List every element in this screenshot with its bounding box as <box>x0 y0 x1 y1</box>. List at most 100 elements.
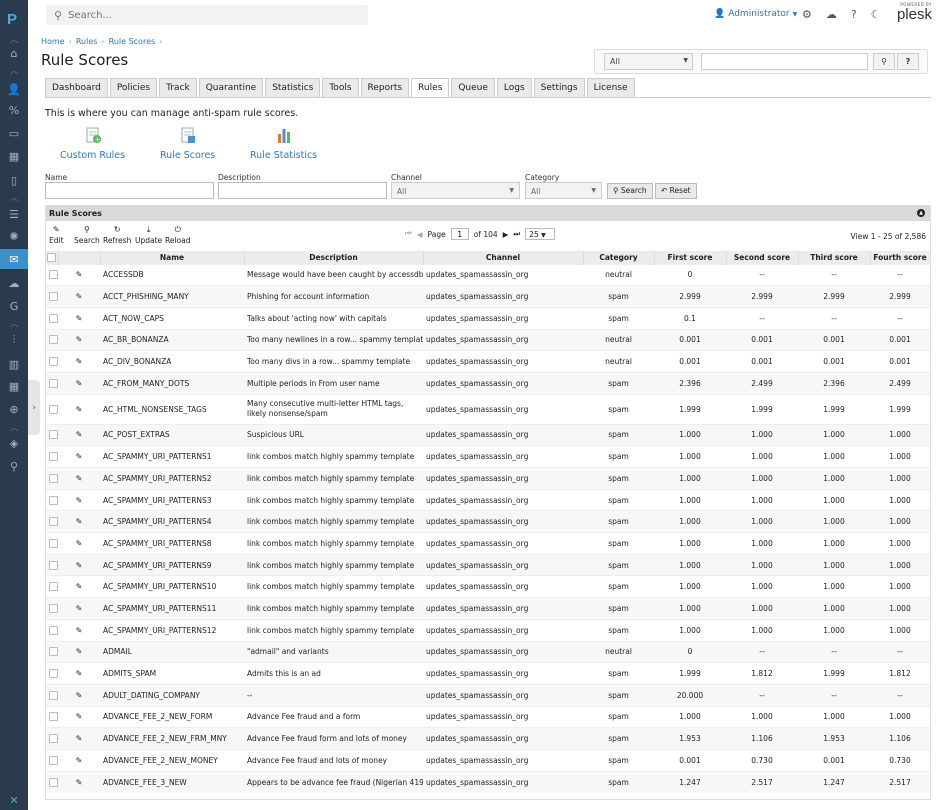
table-row[interactable]: ✎ ADVANCE_FEE_2_NEW_FORM Advance Fee fraud… <box>46 705 930 728</box>
breadcrumb-rule-scores[interactable]: Rule Scores <box>109 37 156 46</box>
col-first-score[interactable]: First score <box>654 251 727 264</box>
page-size-select[interactable]: 25 ▼ <box>525 228 556 240</box>
row-checkbox[interactable] <box>49 734 58 744</box>
row-edit-icon[interactable]: ✎ <box>58 510 100 533</box>
rule-statistics-shortcut[interactable]: Rule Statistics <box>250 126 317 161</box>
filter-search-button[interactable]: ⚲ <box>873 53 895 70</box>
col-channel[interactable]: Channel <box>423 251 584 264</box>
row-edit-icon[interactable]: ✎ <box>58 575 100 598</box>
row-edit-icon[interactable]: ✎ <box>58 618 100 641</box>
refresh-button[interactable]: ↻ Refresh <box>103 225 131 245</box>
mail-security-icon[interactable]: ✉ <box>0 249 28 269</box>
col-fourth-score[interactable]: Fourth score <box>870 251 931 264</box>
row-edit-icon[interactable]: ✎ <box>58 467 100 490</box>
table-row[interactable]: ✎ AC_SPAMMY_URI_PATTERNS11 link combos mat… <box>46 597 930 620</box>
row-edit-icon[interactable]: ✎ <box>58 640 100 663</box>
description-filter-input[interactable] <box>218 182 387 199</box>
search-icon[interactable]: ⚲ <box>0 456 28 476</box>
row-edit-icon[interactable]: ✎ <box>58 285 100 308</box>
table-row[interactable]: ✎ ADVANCE_FEE_2_NEW_FRM_MNY Advance Fee fr… <box>46 727 930 750</box>
tab-reports[interactable]: Reports <box>360 78 410 97</box>
category-filter-select[interactable]: All ▼ <box>525 182 602 199</box>
bar-chart-icon[interactable]: ▥ <box>0 354 28 374</box>
cloud-icon[interactable]: ☁ <box>826 8 837 21</box>
row-edit-icon[interactable]: ✎ <box>58 350 100 373</box>
table-row[interactable]: ✎ AC_SPAMMY_URI_PATTERNS9 link combos matc… <box>46 553 930 576</box>
row-edit-icon[interactable]: ✎ <box>58 445 100 468</box>
user-icon[interactable]: 👤 <box>0 79 28 99</box>
reload-button[interactable]: ⏻ Reload <box>165 225 191 245</box>
filter-select[interactable]: All ▼ <box>604 53 693 70</box>
row-checkbox[interactable] <box>49 495 58 505</box>
table-row[interactable]: ✎ ACT_NOW_CAPS Talks about 'acting now' wi… <box>46 306 930 330</box>
row-edit-icon[interactable]: ✎ <box>58 306 100 330</box>
row-edit-icon[interactable]: ✎ <box>58 748 100 772</box>
select-all-checkbox[interactable] <box>47 252 57 262</box>
row-edit-icon[interactable]: ✎ <box>58 597 100 620</box>
col-category[interactable]: Category <box>583 251 655 264</box>
collapse-group-icon[interactable]: ︿ <box>0 192 28 202</box>
monitor-icon[interactable]: ▭ <box>0 123 28 143</box>
row-checkbox[interactable] <box>49 313 58 323</box>
filter-help-button[interactable]: ? <box>897 53 919 70</box>
tab-logs[interactable]: Logs <box>496 78 532 97</box>
row-checkbox[interactable] <box>49 378 58 388</box>
help-icon[interactable]: ? <box>851 8 857 21</box>
percent-icon[interactable]: % <box>0 100 28 120</box>
zoom-icon[interactable]: ⊕ <box>0 399 28 419</box>
col-name[interactable]: Name <box>100 251 245 264</box>
row-checkbox[interactable] <box>49 430 58 440</box>
grid-search-button[interactable]: ⚲ Search <box>74 225 100 245</box>
row-edit-icon[interactable]: ✎ <box>58 328 100 351</box>
sidebar-expand-handle[interactable]: › <box>28 380 40 435</box>
row-checkbox[interactable] <box>49 582 58 592</box>
row-checkbox[interactable] <box>49 517 58 527</box>
update-button[interactable]: ⤓ Update <box>135 225 162 245</box>
book-icon[interactable]: ▯ <box>0 170 28 190</box>
row-checkbox[interactable] <box>49 625 58 635</box>
row-checkbox[interactable] <box>49 647 58 657</box>
extensions-icon[interactable]: ⚙ <box>802 8 812 21</box>
table-row[interactable]: ✎ ADVANCE_FEE_3_NEW Appears to be advance … <box>46 770 930 793</box>
dark-mode-icon[interactable]: ☾ <box>871 8 881 21</box>
table-row[interactable]: ✎ AC_SPAMMY_URI_PATTERNS8 link combos matc… <box>46 532 930 555</box>
global-search[interactable]: ⚲ <box>46 5 368 25</box>
tab-license[interactable]: License <box>586 78 635 97</box>
sliders-icon[interactable]: ⫶ <box>0 330 28 350</box>
row-edit-icon[interactable]: ✎ <box>58 683 100 707</box>
tab-statistics[interactable]: Statistics <box>265 78 321 97</box>
tab-tools[interactable]: Tools <box>322 78 359 97</box>
table-row[interactable]: ✎ AC_HTML_NONSENSE_TAGS Many consecutive m… <box>46 393 930 425</box>
row-edit-icon[interactable]: ✎ <box>58 488 100 511</box>
custom-rules-shortcut[interactable]: + Custom Rules <box>60 126 125 161</box>
tab-policies[interactable]: Policies <box>109 78 158 97</box>
row-edit-icon[interactable]: ✎ <box>58 705 100 728</box>
row-edit-icon[interactable]: ✎ <box>58 770 100 793</box>
filter-search-btn[interactable]: ⚲ Search <box>607 183 653 199</box>
table-row[interactable]: ✎ AC_BR_BONANZA Too many newlines in a row… <box>46 328 930 351</box>
table-row[interactable]: ✎ AC_SPAMMY_URI_PATTERNS2 link combos matc… <box>46 467 930 490</box>
row-checkbox[interactable] <box>49 404 58 414</box>
filter-input[interactable] <box>701 53 868 70</box>
col-description[interactable]: Description <box>244 251 424 264</box>
table-row[interactable]: ✎ AC_SPAMMY_URI_PATTERNS4 link combos matc… <box>46 510 930 533</box>
collapse-group-icon[interactable]: ︿ <box>0 65 28 75</box>
row-checkbox[interactable] <box>49 538 58 548</box>
table-row[interactable]: ✎ AC_FROM_MANY_DOTS Multiple periods in Fr… <box>46 371 930 395</box>
edit-button[interactable]: ✎ Edit <box>49 225 64 245</box>
tab-settings[interactable]: Settings <box>533 78 585 97</box>
table-row[interactable]: ✎ AC_POST_EXTRAS Suspicious URL updates_spa… <box>46 423 930 446</box>
row-checkbox[interactable] <box>49 669 58 679</box>
tab-quarantine[interactable]: Quarantine <box>198 78 264 97</box>
collapse-group-icon[interactable]: ︿ <box>0 318 28 328</box>
page-input[interactable] <box>450 228 469 240</box>
extension-icon[interactable]: ✺ <box>0 226 28 246</box>
row-edit-icon[interactable]: ✎ <box>58 393 100 425</box>
row-edit-icon[interactable]: ✎ <box>58 727 100 750</box>
col-third-score[interactable]: Third score <box>798 251 871 264</box>
search-input[interactable] <box>68 9 349 21</box>
row-checkbox[interactable] <box>49 690 58 700</box>
collapse-group-icon[interactable]: ︿ <box>0 422 28 432</box>
table-row[interactable]: ✎ AC_SPAMMY_URI_PATTERNS3 link combos matc… <box>46 488 930 511</box>
user-menu[interactable]: 👤 Administrator ▼ <box>714 9 797 19</box>
